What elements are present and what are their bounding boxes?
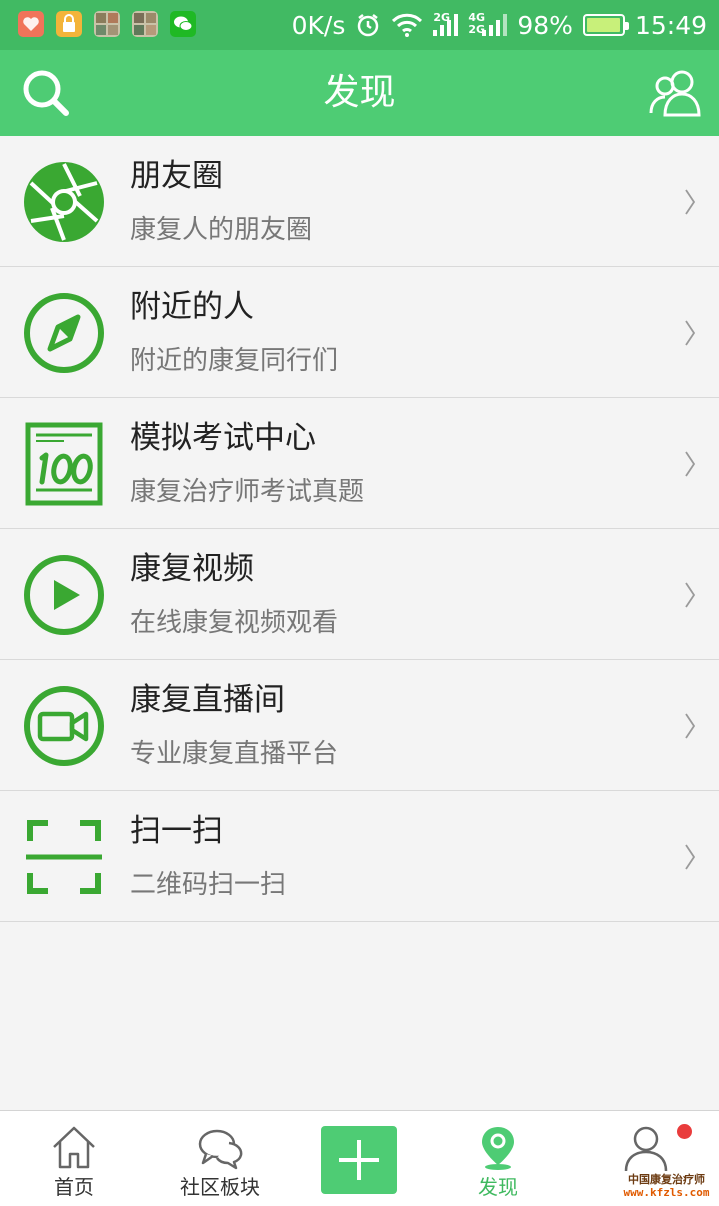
network-type-label: 4G (468, 11, 486, 24)
nav-label: 社区板块 (180, 1175, 260, 1199)
nav-home[interactable]: 首页 (22, 1111, 126, 1206)
scan-icon (26, 820, 102, 894)
list-item-rehab-video[interactable]: 康复视频 在线康复视频观看 (0, 529, 719, 660)
list-item-title: 模拟考试中心 (130, 420, 316, 456)
network-type-label: 2G (468, 23, 486, 36)
wechat-icon (170, 11, 196, 37)
battery-fill (586, 18, 621, 32)
list-item-live-room[interactable]: 康复直播间 专业康复直播平台 (0, 660, 719, 791)
list-item-subtitle: 二维码扫一扫 (130, 870, 287, 900)
nav-label: 发现 (478, 1175, 518, 1199)
chevron-right-icon (685, 189, 696, 215)
chevron-right-icon (685, 582, 696, 608)
battery-percent: 98% (517, 10, 573, 40)
nav-community[interactable]: 社区板块 (168, 1111, 272, 1206)
lock-app-icon (56, 11, 82, 37)
list-item-scan[interactable]: 扫一扫 二维码扫一扫 (0, 791, 719, 922)
chevron-right-icon (685, 320, 696, 346)
discover-list: 朋友圈 康复人的朋友圈 附近的人 附近的康复同行们 模拟考试中心 康复治疗师考试… (0, 136, 719, 922)
list-item-subtitle: 康复人的朋友圈 (130, 215, 313, 245)
network-type-label: 2G (433, 11, 451, 24)
signal-2: 4G 2G (468, 11, 508, 36)
list-item-subtitle: 在线康复视频观看 (130, 608, 339, 638)
friends-button[interactable] (647, 67, 703, 119)
notification-icons (18, 11, 196, 37)
list-item-title: 康复直播间 (130, 682, 285, 718)
alarm-icon (358, 14, 379, 37)
list-item-title: 康复视频 (130, 551, 254, 587)
gallery-app-icon (132, 11, 158, 37)
watermark-url: www.kfzls.com (623, 1186, 710, 1199)
watermark: 中国康复治疗师 www.kfzls.com (614, 1173, 719, 1199)
chevron-right-icon (685, 451, 696, 477)
nav-discover[interactable]: 发现 (446, 1111, 550, 1206)
gallery-app-icon (94, 11, 120, 37)
list-item-subtitle: 专业康复直播平台 (130, 739, 339, 769)
aperture-icon (24, 162, 104, 242)
heart-app-icon (18, 11, 44, 37)
app-header: 发现 (0, 50, 719, 136)
list-item-subtitle: 附近的康复同行们 (130, 346, 339, 376)
list-item-title: 附近的人 (130, 289, 254, 325)
status-bar: 0K/s 2G 4G 2G 98% 15:49 (0, 0, 719, 50)
compass-icon (24, 293, 104, 373)
list-item-exam-center[interactable]: 模拟考试中心 康复治疗师考试真题 (0, 398, 719, 529)
network-speed: 0K/s (291, 10, 346, 40)
list-item-title: 扫一扫 (130, 813, 223, 849)
play-icon (24, 555, 104, 635)
chevron-right-icon (685, 713, 696, 739)
bottom-nav: 首页 社区板块 发现 中国康复治疗师 www.kfzls.com (0, 1110, 719, 1206)
list-item-nearby[interactable]: 附近的人 附近的康复同行们 (0, 267, 719, 398)
list-item-subtitle: 康复治疗师考试真题 (130, 477, 365, 507)
page-title: 发现 (323, 72, 396, 113)
plus-icon (339, 1140, 379, 1180)
friends-icon (649, 70, 701, 117)
user-icon (624, 1126, 668, 1171)
wifi-icon (392, 13, 423, 37)
location-pin-icon (482, 1127, 514, 1170)
list-item-title: 朋友圈 (130, 158, 223, 194)
exam-100-icon (25, 422, 103, 506)
list-item-moments[interactable]: 朋友圈 康复人的朋友圈 (0, 136, 719, 267)
home-icon (53, 1126, 95, 1169)
watermark-text: 中国康复治疗师 (628, 1173, 705, 1186)
chat-bubbles-icon (198, 1129, 243, 1170)
video-camera-icon (24, 686, 104, 766)
status-indicators: 0K/s 2G 4G 2G 98% 15:49 (292, 8, 707, 42)
chevron-right-icon (685, 844, 696, 870)
add-post-button[interactable] (321, 1126, 397, 1194)
clock: 15:49 (634, 10, 707, 40)
notification-badge (677, 1124, 692, 1139)
battery-icon (582, 14, 629, 36)
signal-1: 2G (433, 11, 459, 36)
nav-label: 首页 (54, 1175, 94, 1199)
